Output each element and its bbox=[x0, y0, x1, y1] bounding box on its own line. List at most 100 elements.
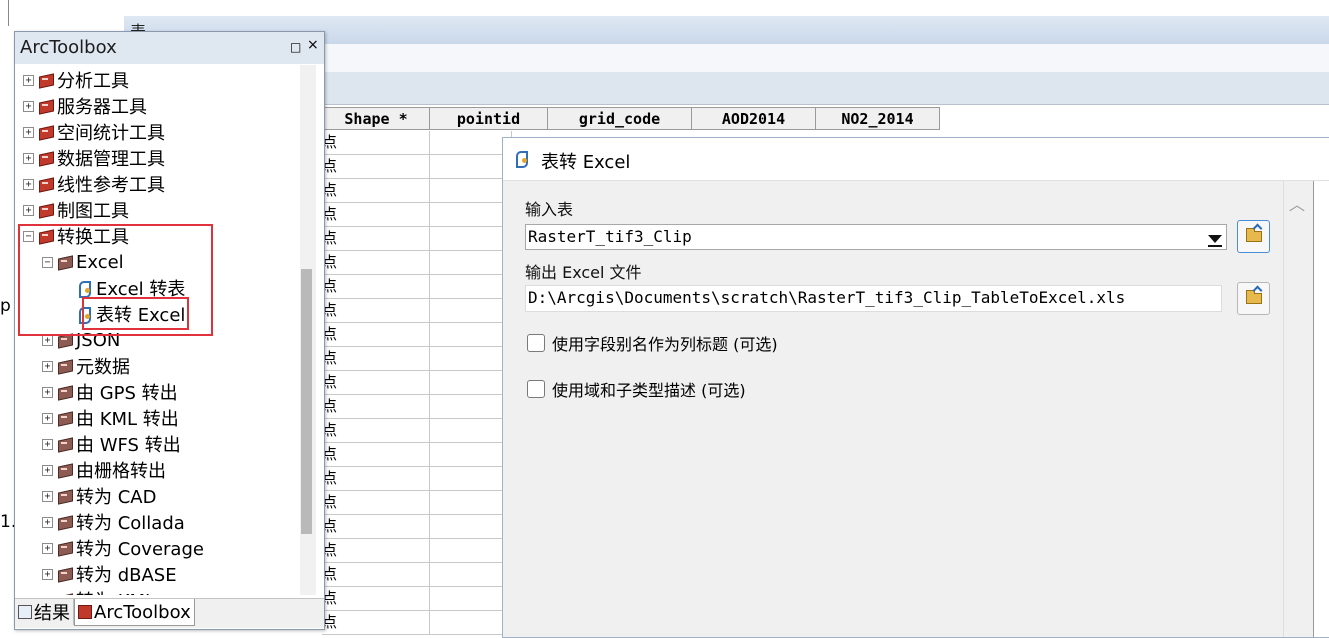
tree-item[interactable]: + 服务器工具 bbox=[23, 93, 147, 119]
tree-item[interactable]: + 转为 Collada bbox=[42, 509, 185, 535]
table-row[interactable]: 点 bbox=[322, 275, 512, 299]
checkbox-row-alias[interactable]: 使用字段别名作为列标题 (可选) bbox=[527, 331, 778, 355]
shape-cell: 点 bbox=[322, 419, 430, 443]
arctoolbox-title-bar[interactable]: ArcToolbox □ × bbox=[15, 32, 324, 64]
column-header-no2-2014[interactable]: NO2_2014 bbox=[816, 107, 940, 130]
expand-icon[interactable]: + bbox=[42, 568, 53, 580]
expand-icon[interactable]: + bbox=[42, 594, 53, 595]
column-header-aod2014[interactable]: AOD2014 bbox=[692, 107, 816, 130]
pointid-cell bbox=[430, 491, 512, 515]
table-row[interactable]: 点 bbox=[322, 155, 512, 179]
tab-arctoolbox[interactable]: ArcToolbox bbox=[74, 599, 195, 626]
shape-cell: 点 bbox=[322, 275, 430, 299]
dropdown-arrow-icon[interactable] bbox=[1208, 235, 1222, 243]
highlight-table-to-excel bbox=[82, 297, 189, 330]
table-row[interactable]: 点 bbox=[322, 323, 512, 347]
domain-checkbox[interactable] bbox=[527, 380, 545, 398]
dialog-title: 表转 Excel bbox=[541, 152, 631, 173]
pin-icon[interactable]: □ bbox=[290, 40, 301, 54]
table-row[interactable]: 点 bbox=[322, 467, 512, 491]
tree-item[interactable]: + 由栅格转出 bbox=[42, 457, 166, 483]
tree-item-label: 转为 CAD bbox=[76, 487, 157, 508]
pointid-cell bbox=[430, 299, 512, 323]
tree-item[interactable]: + 元数据 bbox=[42, 353, 130, 379]
checkbox-row-domain[interactable]: 使用域和子类型描述 (可选) bbox=[527, 377, 746, 401]
alias-checkbox[interactable] bbox=[527, 334, 545, 352]
expand-icon[interactable]: + bbox=[23, 126, 34, 138]
toolbox-icon bbox=[38, 99, 54, 113]
dropdown-arrow-underline bbox=[1208, 245, 1222, 247]
clipped-text: p bbox=[0, 296, 11, 316]
pointid-cell bbox=[430, 131, 512, 155]
tree-item[interactable]: + 转为 KML bbox=[42, 587, 155, 595]
table-row[interactable]: 点 bbox=[322, 419, 512, 443]
expand-icon[interactable]: + bbox=[42, 438, 53, 450]
table-row[interactable]: 点 bbox=[322, 563, 512, 587]
shape-cell: 点 bbox=[322, 323, 430, 347]
table-row[interactable]: 点 bbox=[322, 611, 512, 635]
expand-icon[interactable]: + bbox=[23, 100, 34, 112]
tree-item[interactable]: + 由 KML 转出 bbox=[42, 405, 179, 431]
table-row[interactable]: 点 bbox=[322, 227, 512, 251]
shape-cell: 点 bbox=[322, 491, 430, 515]
dialog-title-bar[interactable]: 表转 Excel bbox=[503, 138, 1329, 181]
tree-item[interactable]: + 线性参考工具 bbox=[23, 171, 165, 197]
expand-icon[interactable]: + bbox=[23, 178, 34, 190]
expand-icon[interactable]: + bbox=[23, 74, 34, 86]
column-header-grid-code[interactable]: grid_code bbox=[548, 107, 692, 130]
tree-item-label: 转为 KML bbox=[76, 587, 155, 595]
table-row[interactable]: 点 bbox=[322, 395, 512, 419]
expand-icon[interactable]: + bbox=[42, 412, 53, 424]
close-icon[interactable]: × bbox=[307, 37, 319, 53]
tree-item-label: 由 KML 转出 bbox=[76, 409, 179, 430]
tree-item[interactable]: + 数据管理工具 bbox=[23, 145, 165, 171]
input-table-dropdown[interactable]: RasterT_tif3_Clip bbox=[525, 224, 1227, 250]
expand-icon[interactable]: + bbox=[42, 490, 53, 502]
tree-item[interactable]: + 由 GPS 转出 bbox=[42, 379, 178, 405]
column-header-shape[interactable]: Shape * bbox=[322, 107, 430, 130]
column-header-pointid[interactable]: pointid bbox=[430, 107, 548, 130]
table-row[interactable]: 点 bbox=[322, 179, 512, 203]
table-row[interactable]: 点 bbox=[322, 371, 512, 395]
expand-icon[interactable]: + bbox=[42, 386, 53, 398]
table-row[interactable]: 点 bbox=[322, 491, 512, 515]
table-row[interactable]: 点 bbox=[322, 131, 512, 155]
pointid-cell bbox=[430, 539, 512, 563]
tree-item[interactable]: + 制图工具 bbox=[23, 197, 129, 223]
table-row[interactable]: 点 bbox=[322, 587, 512, 611]
table-row[interactable]: 点 bbox=[322, 539, 512, 563]
table-row[interactable]: 点 bbox=[322, 347, 512, 371]
table-row[interactable]: 点 bbox=[322, 443, 512, 467]
table-row[interactable]: 点 bbox=[322, 251, 512, 275]
tree-item[interactable]: + 空间统计工具 bbox=[23, 119, 165, 145]
tab-results[interactable]: 结果 bbox=[15, 599, 74, 625]
expand-icon[interactable]: + bbox=[23, 152, 34, 164]
expand-icon[interactable]: + bbox=[42, 334, 53, 346]
output-file-field[interactable]: D:\Arcgis\Documents\scratch\RasterT_tif3… bbox=[525, 285, 1222, 312]
expand-icon[interactable]: + bbox=[23, 204, 34, 216]
expand-icon[interactable]: + bbox=[42, 360, 53, 372]
scroll-up-icon[interactable]: ︿ bbox=[1289, 191, 1305, 215]
toolbox-scroll-thumb[interactable] bbox=[301, 269, 312, 534]
toolbox-icon bbox=[38, 73, 54, 87]
tree-item-label: 制图工具 bbox=[57, 201, 129, 222]
alias-checkbox-label: 使用字段别名作为列标题 (可选) bbox=[552, 335, 778, 354]
domain-checkbox-label: 使用域和子类型描述 (可选) bbox=[552, 381, 746, 400]
toolset-icon bbox=[57, 593, 73, 595]
dialog-scrollbar[interactable]: ︿ bbox=[1283, 181, 1310, 637]
tree-item[interactable]: + 转为 CAD bbox=[42, 483, 156, 509]
tree-item[interactable]: + 由 WFS 转出 bbox=[42, 431, 181, 457]
tree-item-label: 由栅格转出 bbox=[76, 461, 166, 482]
table-row[interactable]: 点 bbox=[322, 299, 512, 323]
browse-output-file-button[interactable] bbox=[1237, 282, 1270, 315]
expand-icon[interactable]: + bbox=[42, 516, 53, 528]
expand-icon[interactable]: + bbox=[42, 464, 53, 476]
tree-item[interactable]: + 分析工具 bbox=[23, 67, 129, 93]
expand-icon[interactable]: + bbox=[42, 542, 53, 554]
browse-input-table-button[interactable] bbox=[1237, 220, 1270, 253]
table-row[interactable]: 点 bbox=[322, 203, 512, 227]
table-row[interactable]: 点 bbox=[322, 515, 512, 539]
tree-item[interactable]: + 转为 dBASE bbox=[42, 561, 177, 587]
tree-item[interactable]: + 转为 Coverage bbox=[42, 535, 204, 561]
shape-cell: 点 bbox=[322, 371, 430, 395]
